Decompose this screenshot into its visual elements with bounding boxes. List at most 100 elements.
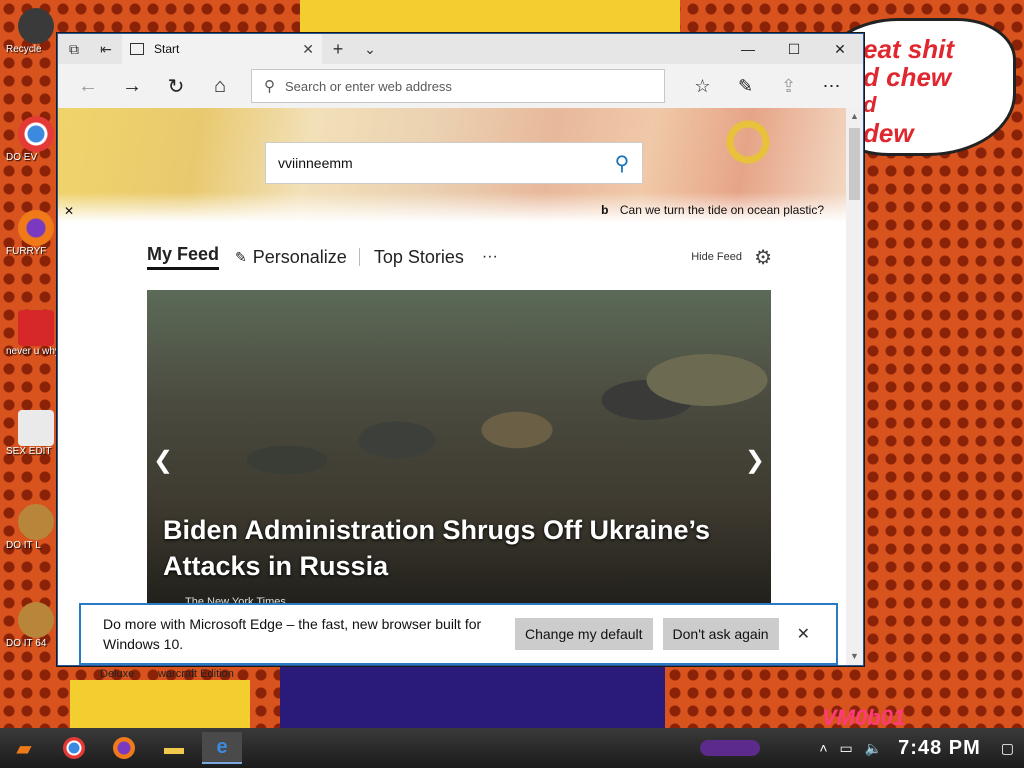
toolbar-right: ☆ ✎ ⇪ ⋯ [681, 68, 853, 104]
close-tab-icon[interactable]: ✕ [302, 41, 314, 58]
desktop-icon-firefox[interactable]: FURRYF [6, 210, 56, 257]
taskbar-decoration [700, 740, 760, 756]
hero-banner: vviinneemm ⚲ ✕ b Can we turn the tide on… [58, 108, 846, 222]
maximize-button[interactable]: ☐ [771, 34, 817, 64]
portrait-icon [18, 504, 54, 540]
home-icon[interactable]: ⌂ [198, 68, 242, 104]
tab-personalize[interactable]: Personalize [253, 247, 347, 268]
desktop-icon-label: DO IT L [6, 540, 41, 551]
desktop-icon-label: Recycle [6, 44, 42, 55]
desktop-icon-label: DO IT 64 [6, 638, 47, 649]
bing-logo-icon: b [601, 203, 609, 217]
back-icon[interactable]: ← [66, 68, 110, 104]
search-icon[interactable]: ⚲ [602, 151, 642, 176]
tab-my-feed[interactable]: My Feed [147, 244, 220, 270]
favorites-icon[interactable]: ☆ [681, 68, 724, 104]
firefox-icon [18, 210, 54, 246]
speech-line: eat shit [863, 34, 955, 64]
forward-icon[interactable]: → [110, 68, 154, 104]
desktop-wallpaper-yellow-bottom [70, 680, 250, 728]
vertical-scrollbar[interactable]: ▲ ▼ [846, 108, 863, 665]
tab-start[interactable]: Start ✕ [122, 34, 322, 64]
hide-feed-link[interactable]: Hide Feed [691, 251, 742, 263]
desktop-icon-devcpp[interactable]: never u why is it [6, 310, 56, 357]
dont-ask-again-button[interactable]: Don't ask again [662, 618, 779, 650]
title-bar: ⧉ ⇤ Start ✕ + ⌄ — ☐ ✕ [58, 34, 863, 64]
desktop-wallpaper-yellow [300, 0, 680, 34]
tab-page-icon [130, 43, 144, 55]
devcpp-icon [18, 310, 54, 346]
desktop-wallpaper-scene [280, 666, 665, 728]
pencil-icon: ✎ [235, 248, 247, 265]
desktop-icon-label: DO EV [6, 152, 38, 163]
desktop-icon-label: never u why is it [6, 346, 56, 357]
set-aside-icon[interactable]: ⇤ [90, 34, 122, 64]
desktop-icon-hex-editor[interactable]: SEX EDIT [6, 410, 56, 457]
window-controls: — ☐ ✕ [725, 34, 863, 64]
tab-top-stories[interactable]: Top Stories [374, 247, 464, 268]
desktop-label-deluxe: Deluxe [100, 668, 135, 680]
tab-list-icon[interactable]: ⌄ [354, 34, 386, 64]
firefox-icon[interactable] [104, 732, 144, 764]
system-tray: ˄ ▭ 🔈 7:48 PM ▢ [807, 728, 1014, 768]
desktop-icon-recycle[interactable]: Recycle [6, 8, 56, 55]
edge-window: ⧉ ⇤ Start ✕ + ⌄ — ☐ ✕ ← → ↻ ⌂ ⚲ Search o… [57, 33, 864, 666]
desktop-icon-doit[interactable]: DO IT L [6, 504, 56, 551]
change-default-button[interactable]: Change my default [515, 618, 653, 650]
minimize-button[interactable]: — [725, 34, 771, 64]
scroll-up-icon[interactable]: ▲ [846, 108, 863, 125]
refresh-icon[interactable]: ↻ [154, 68, 198, 104]
more-icon[interactable]: ⋯ [810, 68, 853, 104]
close-notification-icon[interactable]: ✕ [797, 624, 810, 644]
divider [358, 248, 360, 266]
close-button[interactable]: ✕ [817, 34, 863, 64]
desktop-icon-doit64[interactable]: DO IT 64 [6, 602, 56, 649]
more-tabs-button[interactable]: ··· [482, 248, 498, 266]
chevron-left-icon[interactable]: ❮ [153, 446, 173, 475]
edge-icon[interactable]: e [202, 732, 242, 764]
feed-navigation: My Feed ✎ Personalize Top Stories ··· Hi… [147, 240, 772, 274]
action-center-icon[interactable]: ▢ [1001, 740, 1014, 757]
hex-editor-icon [18, 410, 54, 446]
desktop-label-warcraft: warcraft Edition [158, 668, 234, 680]
clock[interactable]: 7:48 PM [898, 737, 981, 760]
bing-search-box[interactable]: vviinneemm ⚲ [265, 142, 643, 184]
chevron-up-icon[interactable]: ˄ [819, 740, 827, 756]
scroll-down-icon[interactable]: ▼ [846, 648, 863, 665]
news-card[interactable]: Biden Administration Shrugs Off Ukraine’… [147, 290, 771, 620]
speech-line: dew [863, 118, 914, 148]
start-icon[interactable]: ▰ [4, 732, 44, 764]
file-explorer-icon[interactable]: ▬ [154, 732, 194, 764]
hero-caption[interactable]: b Can we turn the tide on ocean plastic? [601, 203, 824, 217]
recycle-bin-icon [18, 8, 54, 44]
speech-line: d chew [863, 62, 952, 92]
tab-title: Start [154, 42, 180, 56]
hero-caption-text: Can we turn the tide on ocean plastic? [619, 203, 824, 217]
network-icon[interactable]: ▭ [840, 740, 853, 757]
scroll-thumb[interactable] [849, 128, 860, 200]
news-card-title[interactable]: Biden Administration Shrugs Off Ukraine’… [163, 512, 723, 584]
share-icon[interactable]: ⇪ [767, 68, 810, 104]
search-icon: ⚲ [264, 78, 275, 95]
start-page: vviinneemm ⚲ ✕ b Can we turn the tide on… [58, 108, 846, 665]
navigation-bar: ← → ↻ ⌂ ⚲ Search or enter web address ☆ … [58, 64, 863, 108]
notes-icon[interactable]: ✎ [724, 68, 767, 104]
gear-icon[interactable]: ⚙ [754, 245, 772, 270]
taskbar: ▰ ▬ e ˄ ▭ 🔈 7:48 PM ▢ [0, 728, 1024, 768]
address-bar[interactable]: ⚲ Search or enter web address [251, 69, 665, 103]
portrait-icon [18, 602, 54, 638]
close-hero-icon[interactable]: ✕ [64, 204, 74, 218]
chrome-icon [18, 116, 54, 152]
desktop-icon-label: SEX EDIT [6, 446, 52, 457]
chrome-icon[interactable] [54, 732, 94, 764]
new-tab-icon[interactable]: + [322, 34, 354, 64]
notification-message: Do more with Microsoft Edge – the fast, … [103, 616, 482, 652]
default-browser-notification: Do more with Microsoft Edge – the fast, … [79, 603, 838, 665]
tab-preview-icon[interactable]: ⧉ [58, 34, 90, 64]
desktop-icon-label: FURRYF [6, 246, 47, 257]
chevron-right-icon[interactable]: ❯ [745, 446, 765, 475]
desktop-icon-chrome[interactable]: DO EV [6, 116, 56, 163]
speech-line: d [863, 92, 877, 117]
search-input[interactable]: vviinneemm [278, 155, 602, 171]
volume-icon[interactable]: 🔈 [865, 740, 882, 757]
